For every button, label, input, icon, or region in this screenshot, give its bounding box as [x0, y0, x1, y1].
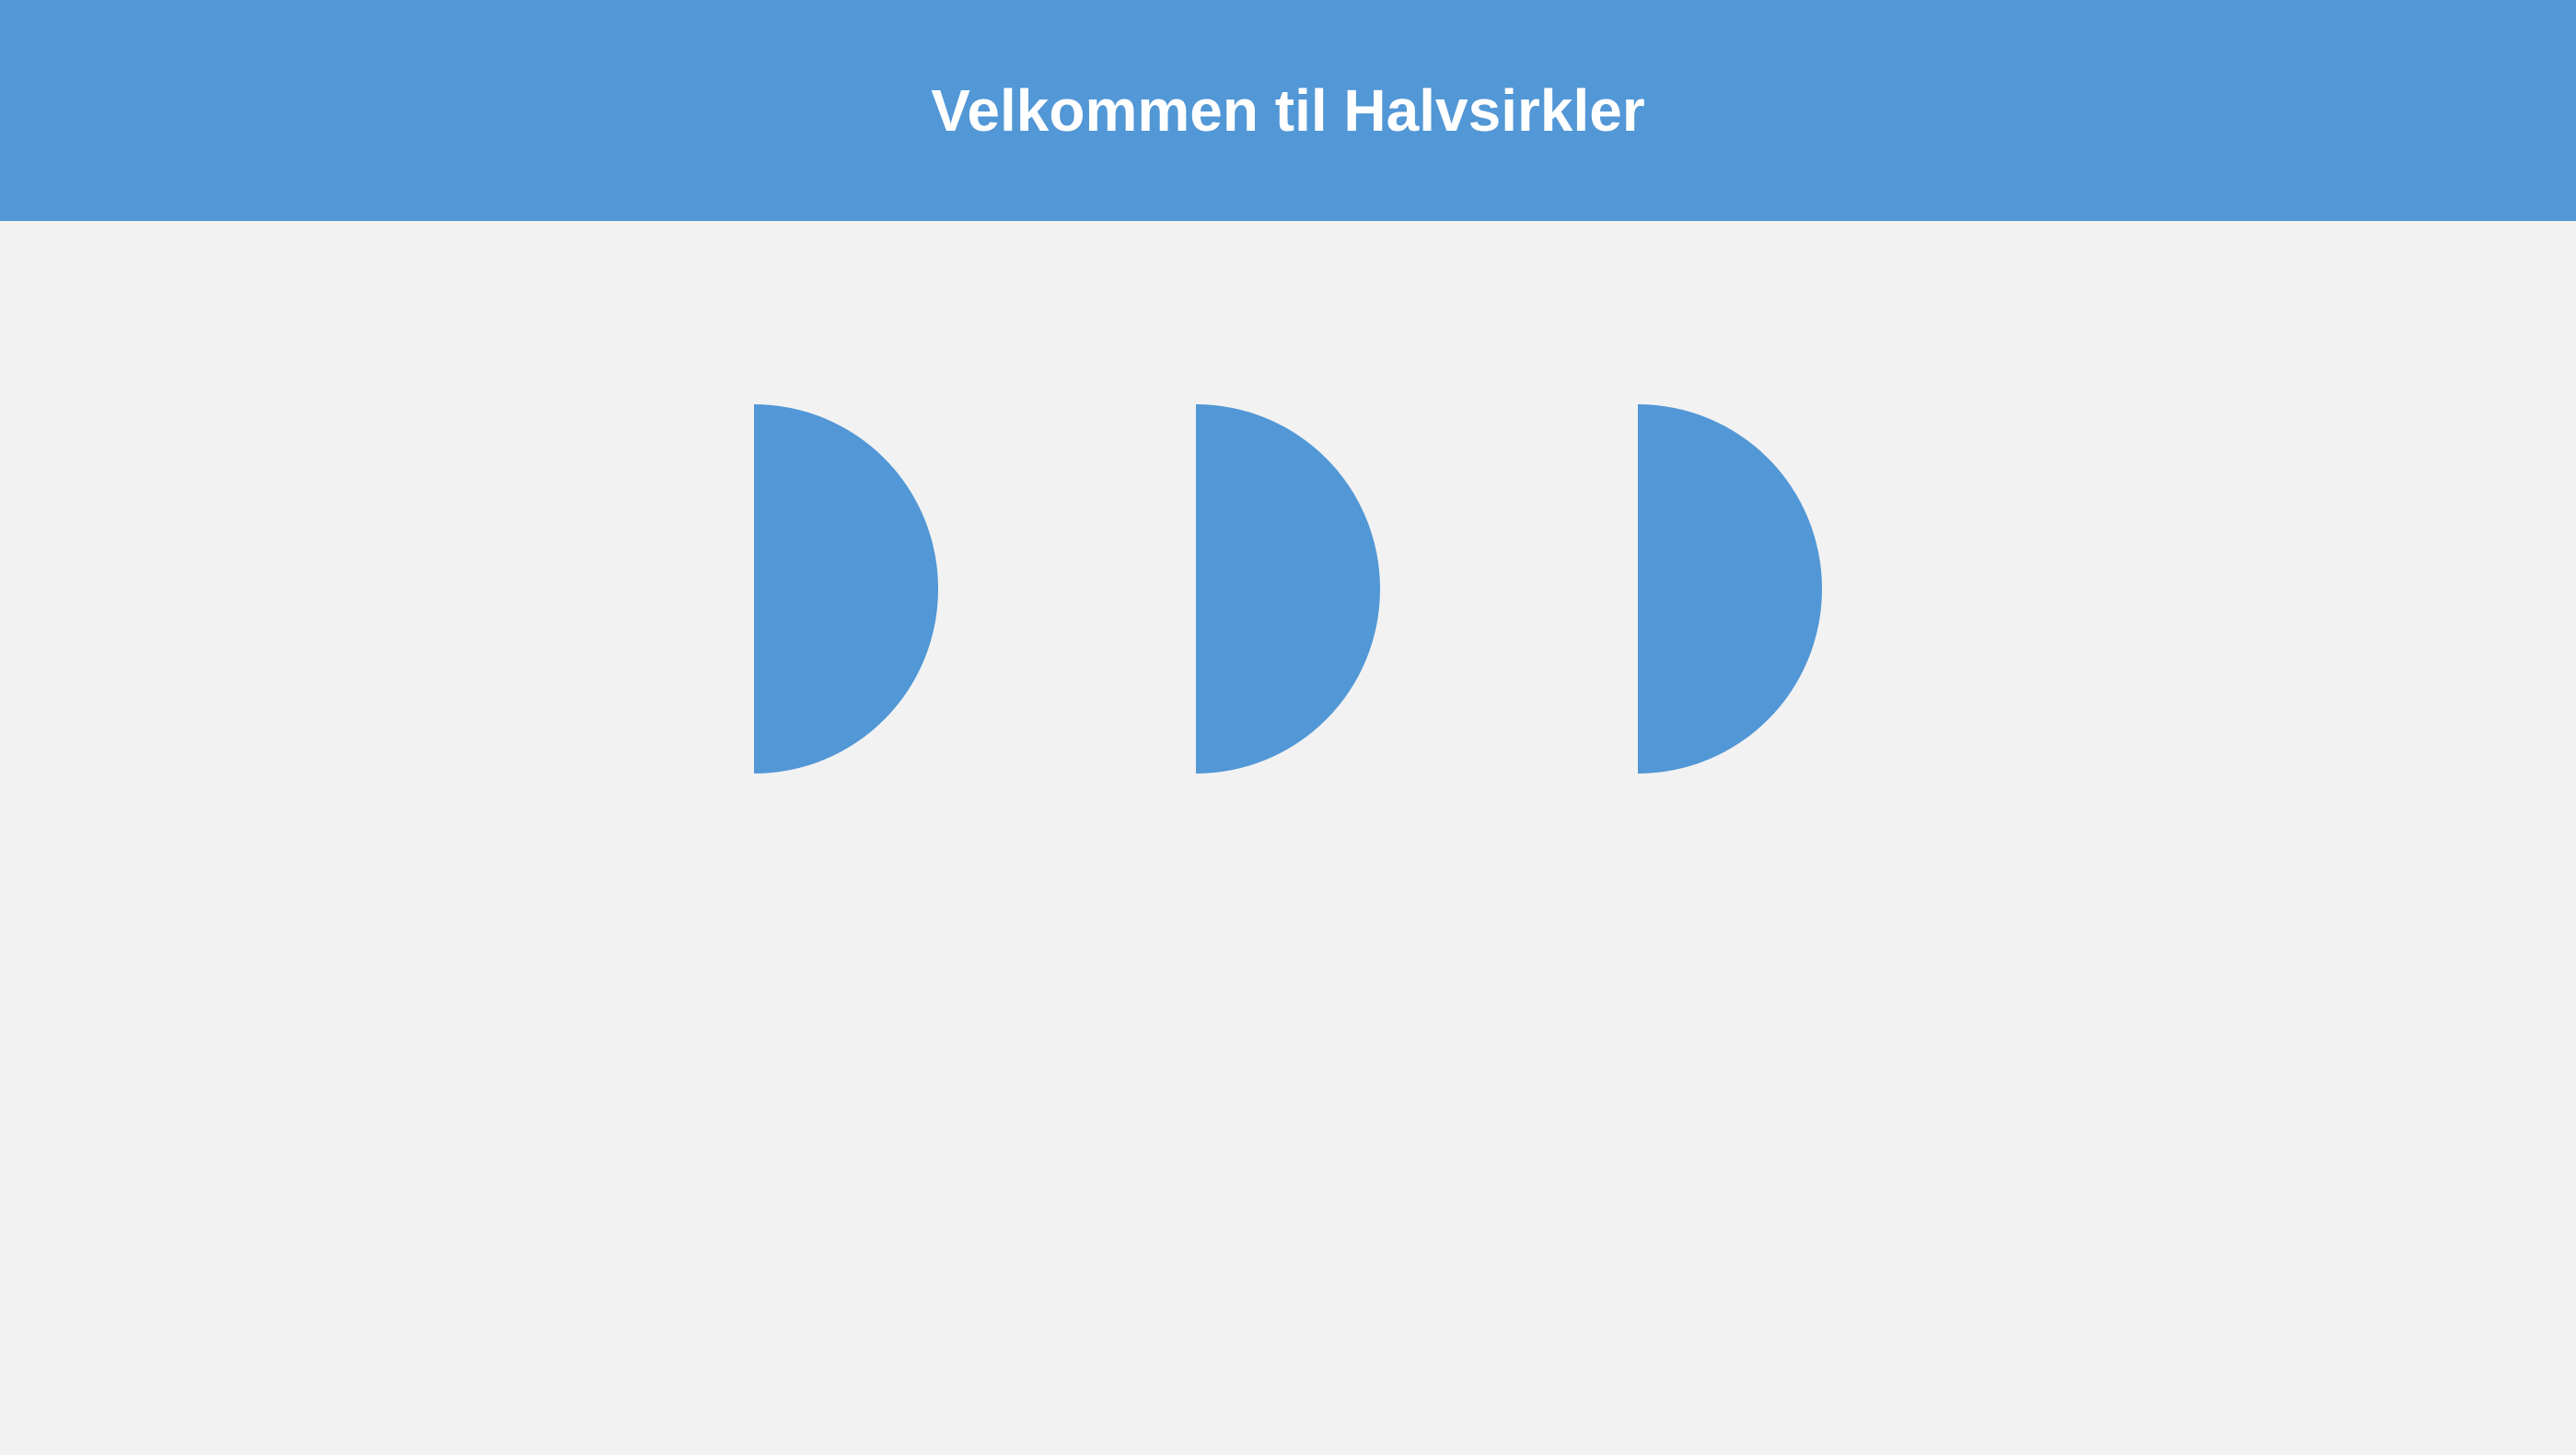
half-circle-3	[1638, 404, 1822, 774]
half-circle-1	[754, 404, 938, 774]
half-circle-2	[1196, 404, 1380, 774]
page-title: Velkommen til Halvsirkler	[931, 77, 1645, 144]
page-header: Velkommen til Halvsirkler	[0, 0, 2576, 221]
